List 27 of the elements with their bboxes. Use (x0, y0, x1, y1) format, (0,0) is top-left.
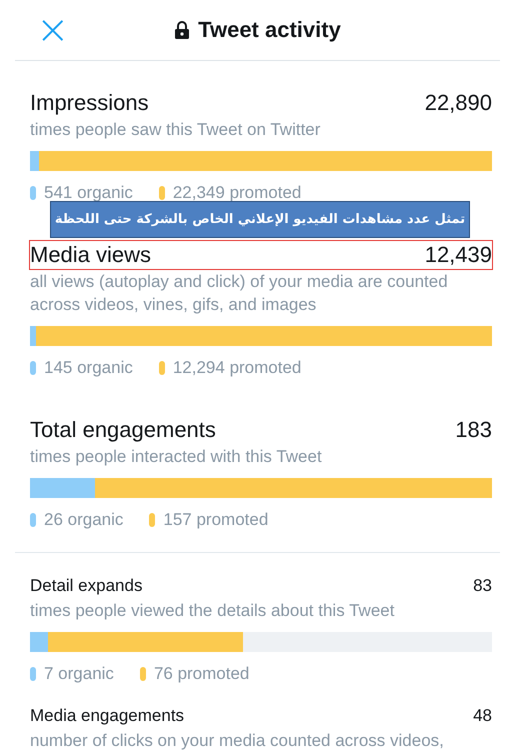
legend-label: 22,349 promoted (172, 183, 302, 203)
legend-label: 76 promoted (154, 664, 250, 684)
metric-value: 48 (473, 706, 492, 726)
metric-title: Impressions (30, 90, 149, 116)
metric-description: times people interacted with this Tweet (30, 446, 323, 468)
legend-label: 541 organic (44, 183, 133, 203)
legend-label: 157 promoted (163, 510, 268, 530)
metric-description: times people saw this Tweet on Twitter (30, 119, 322, 141)
metric-description: number of clicks on your media counted across videos, (30, 730, 445, 750)
metric-value: 83 (473, 576, 492, 596)
metric-title: Media views (30, 242, 152, 268)
legend-label: 145 organic (44, 358, 133, 378)
lock-icon (174, 21, 190, 39)
metric-title: Media engagements (30, 706, 184, 726)
legend-label: 7 organic (44, 664, 114, 684)
metric-value: 12,439 (424, 242, 492, 268)
annotation-callout: تمثل عدد مشاهدات الفيديو الإعلاني الخاص بالشركة حتى اللحظة (50, 201, 470, 238)
metric-value: 22,890 (424, 90, 492, 116)
legend-label: 26 organic (44, 510, 124, 530)
metric-title: Total engagements (30, 417, 216, 443)
close-button[interactable]: × (36, 12, 70, 48)
metric-value: 183 (455, 417, 492, 443)
metric-title: Detail expands (30, 576, 142, 596)
metric-description: all views (autoplay and click) of your media are counted across videos, vines, gifs, and images (30, 271, 449, 316)
legend-label: 12,294 promoted (172, 358, 302, 378)
page-title: Tweet activity (198, 17, 341, 43)
metric-description: times people viewed the details about this Tweet (30, 600, 396, 622)
